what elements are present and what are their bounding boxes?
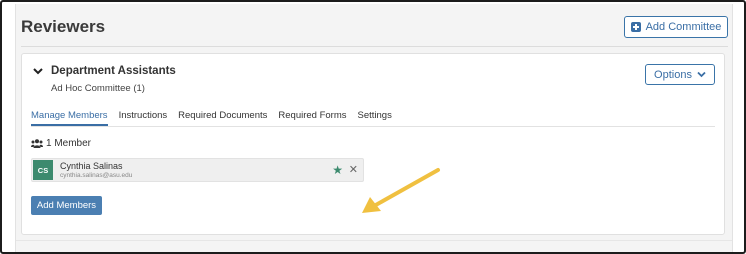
- chevron-down-icon: [697, 71, 706, 78]
- tab-required-forms[interactable]: Required Forms: [278, 110, 346, 126]
- tab-bar: Manage Members Instructions Required Doc…: [31, 110, 392, 126]
- header-divider: [21, 46, 728, 47]
- add-members-button[interactable]: Add Members: [31, 196, 102, 215]
- committee-card: Department Assistants Ad Hoc Committee (…: [21, 53, 725, 235]
- reviewers-page: Reviewers Add Committee Department Assis…: [15, 4, 733, 252]
- tab-settings[interactable]: Settings: [358, 110, 392, 126]
- tab-manage-members[interactable]: Manage Members: [31, 110, 108, 126]
- tabs-divider: [31, 126, 715, 127]
- options-label: Options: [654, 68, 692, 81]
- add-committee-label: Add Committee: [645, 21, 722, 33]
- member-email: cynthia.salinas@asu.edu: [60, 172, 133, 179]
- star-icon[interactable]: ★: [332, 163, 343, 177]
- tab-required-documents[interactable]: Required Documents: [178, 110, 267, 126]
- committee-subtitle: Ad Hoc Committee (1): [51, 83, 145, 94]
- avatar: CS: [33, 160, 53, 180]
- window-frame: Reviewers Add Committee Department Assis…: [0, 0, 746, 254]
- tab-instructions[interactable]: Instructions: [119, 110, 168, 126]
- member-count-label: 1 Member: [46, 138, 92, 149]
- chevron-down-icon[interactable]: [33, 66, 43, 76]
- page-divider: [16, 240, 732, 241]
- annotation-arrow: [362, 168, 440, 213]
- plus-square-icon: [630, 22, 641, 32]
- member-count: 1 Member: [31, 138, 91, 149]
- users-icon: [31, 139, 43, 148]
- member-row: CS Cynthia Salinas cynthia.salinas@asu.e…: [31, 158, 364, 182]
- options-button[interactable]: Options: [645, 64, 715, 85]
- committee-title: Department Assistants: [51, 65, 176, 77]
- member-name: Cynthia Salinas: [60, 161, 123, 171]
- page-title: Reviewers: [21, 17, 106, 36]
- add-committee-button[interactable]: Add Committee: [624, 16, 728, 38]
